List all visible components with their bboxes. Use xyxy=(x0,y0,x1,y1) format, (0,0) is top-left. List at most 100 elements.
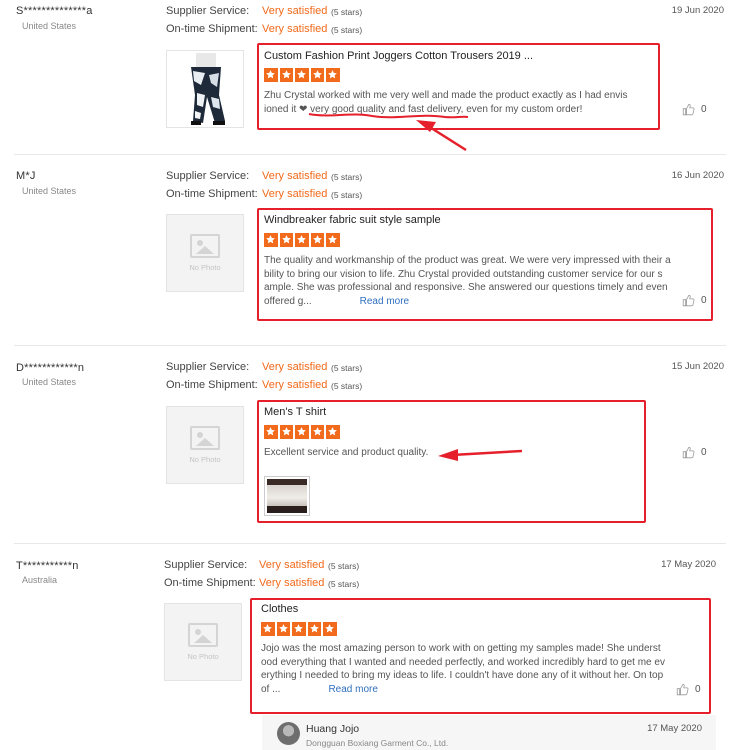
shipment-stars: (5 stars) xyxy=(331,190,363,200)
product-title[interactable]: Men's T shirt xyxy=(264,406,326,418)
shipment-stars: (5 stars) xyxy=(331,381,363,391)
star-icon xyxy=(326,425,340,439)
no-photo-placeholder[interactable]: No Photo xyxy=(166,406,244,484)
supplier-service-label: Supplier Service: xyxy=(166,361,250,373)
star-icon xyxy=(323,622,337,636)
like-count: 0 xyxy=(701,295,707,306)
review-text-line: ample. She was professional and responsi… xyxy=(264,282,668,293)
star-icon xyxy=(292,622,306,636)
product-title[interactable]: Clothes xyxy=(261,603,298,615)
review-text-line: bility to bring our vision to life. Zhu … xyxy=(264,268,663,280)
star-icon xyxy=(310,68,324,82)
review-text: Jojo was the most amazing person to work… xyxy=(261,642,701,696)
image-placeholder-icon xyxy=(190,426,220,450)
review-text-line: offered g... xyxy=(264,295,312,307)
star-icon xyxy=(307,622,321,636)
review-text-line: The quality and workmanship of the produ… xyxy=(264,255,671,266)
supplier-service-label: Supplier Service: xyxy=(166,5,250,17)
supplier-service-stars: (5 stars) xyxy=(328,561,360,571)
product-title[interactable]: Custom Fashion Print Joggers Cotton Trou… xyxy=(264,50,533,62)
supplier-service-value: Very satisfied xyxy=(262,5,328,17)
supplier-service-label: Supplier Service: xyxy=(166,170,250,182)
thumbs-up-icon xyxy=(682,446,695,459)
like-button[interactable]: 0 xyxy=(676,683,701,696)
read-more-link[interactable]: Read more xyxy=(328,684,377,695)
shipment-label: On-time Shipment: xyxy=(166,23,258,35)
like-count: 0 xyxy=(695,684,701,695)
star-icon xyxy=(295,233,309,247)
shipment-value: Very satisfied xyxy=(262,23,328,35)
no-photo-label: No Photo xyxy=(189,455,221,464)
supplier-service-value: Very satisfied xyxy=(262,361,328,373)
thumbs-up-icon xyxy=(682,103,695,116)
shipment-value: Very satisfied xyxy=(262,188,328,200)
buyer-country: Australia xyxy=(22,575,58,585)
reply-author: Huang Jojo xyxy=(306,723,360,735)
divider xyxy=(14,543,726,544)
review-text: Zhu Crystal worked with me very well and… xyxy=(264,89,654,116)
review-text-line: of ... xyxy=(261,683,281,695)
supplier-service-label: Supplier Service: xyxy=(164,559,248,571)
star-rating xyxy=(264,233,340,247)
star-icon xyxy=(261,622,275,636)
review-text-line: ood everything that I wanted and needed … xyxy=(261,656,665,668)
thumbs-up-icon xyxy=(682,294,695,307)
buyer-name: T***********n xyxy=(16,560,79,572)
image-placeholder-icon xyxy=(190,234,220,258)
review-text-line: Jojo was the most amazing person to work… xyxy=(261,643,661,654)
star-icon xyxy=(276,622,290,636)
buyer-name: M*J xyxy=(16,170,36,182)
like-button[interactable]: 0 xyxy=(682,103,707,116)
review-text-line: Zhu Crystal worked with me very well and… xyxy=(264,90,628,101)
star-icon xyxy=(264,233,278,247)
like-button[interactable]: 0 xyxy=(682,446,707,459)
supplier-service-value: Very satisfied xyxy=(259,559,325,571)
supplier-service-stars: (5 stars) xyxy=(331,172,363,182)
tshirt-photo xyxy=(267,479,307,513)
shipment-label: On-time Shipment: xyxy=(166,188,258,200)
star-icon xyxy=(279,425,293,439)
like-button[interactable]: 0 xyxy=(682,294,707,307)
reply-date: 17 May 2020 xyxy=(647,723,702,734)
annotation-highlight-box xyxy=(257,400,646,523)
joggers-image xyxy=(191,53,225,125)
no-photo-placeholder[interactable]: No Photo xyxy=(164,603,242,681)
review-date: 16 Jun 2020 xyxy=(671,170,724,181)
star-icon xyxy=(264,68,278,82)
star-icon xyxy=(326,233,340,247)
like-count: 0 xyxy=(701,104,707,115)
buyer-country: United States xyxy=(22,186,77,196)
supplier-service-stars: (5 stars) xyxy=(331,7,363,17)
product-image[interactable] xyxy=(166,50,244,128)
supplier-reply: Huang Jojo Dongguan Boxiang Garment Co.,… xyxy=(262,715,716,750)
reply-company: Dongguan Boxiang Garment Co., Ltd. xyxy=(306,738,449,748)
review-text: Excellent service and product quality. xyxy=(264,446,634,460)
shipment-value: Very satisfied xyxy=(259,577,325,589)
review-photo[interactable] xyxy=(264,476,310,516)
buyer-name: D************n xyxy=(16,362,85,374)
shipment-stars: (5 stars) xyxy=(328,579,360,589)
image-placeholder-icon xyxy=(188,623,218,647)
shipment-label: On-time Shipment: xyxy=(166,379,258,391)
thumbs-up-icon xyxy=(676,683,689,696)
buyer-name: S**************a xyxy=(16,5,93,17)
star-icon xyxy=(295,425,309,439)
shipment-stars: (5 stars) xyxy=(331,25,363,35)
product-title[interactable]: Windbreaker fabric suit style sample xyxy=(264,214,441,226)
read-more-link[interactable]: Read more xyxy=(360,296,409,307)
star-icon xyxy=(295,68,309,82)
avatar xyxy=(277,722,300,745)
review-date: 19 Jun 2020 xyxy=(671,5,724,16)
review-date: 15 Jun 2020 xyxy=(671,361,724,372)
review-text-line: erything I needed to bring my ideas to l… xyxy=(261,670,664,681)
review-date: 17 May 2020 xyxy=(661,559,716,570)
star-icon xyxy=(264,425,278,439)
no-photo-label: No Photo xyxy=(189,263,221,272)
divider xyxy=(14,154,726,155)
shipment-label: On-time Shipment: xyxy=(164,577,256,589)
divider xyxy=(14,345,726,346)
shipment-value: Very satisfied xyxy=(262,379,328,391)
no-photo-placeholder[interactable]: No Photo xyxy=(166,214,244,292)
star-icon xyxy=(326,68,340,82)
supplier-service-value: Very satisfied xyxy=(262,170,328,182)
